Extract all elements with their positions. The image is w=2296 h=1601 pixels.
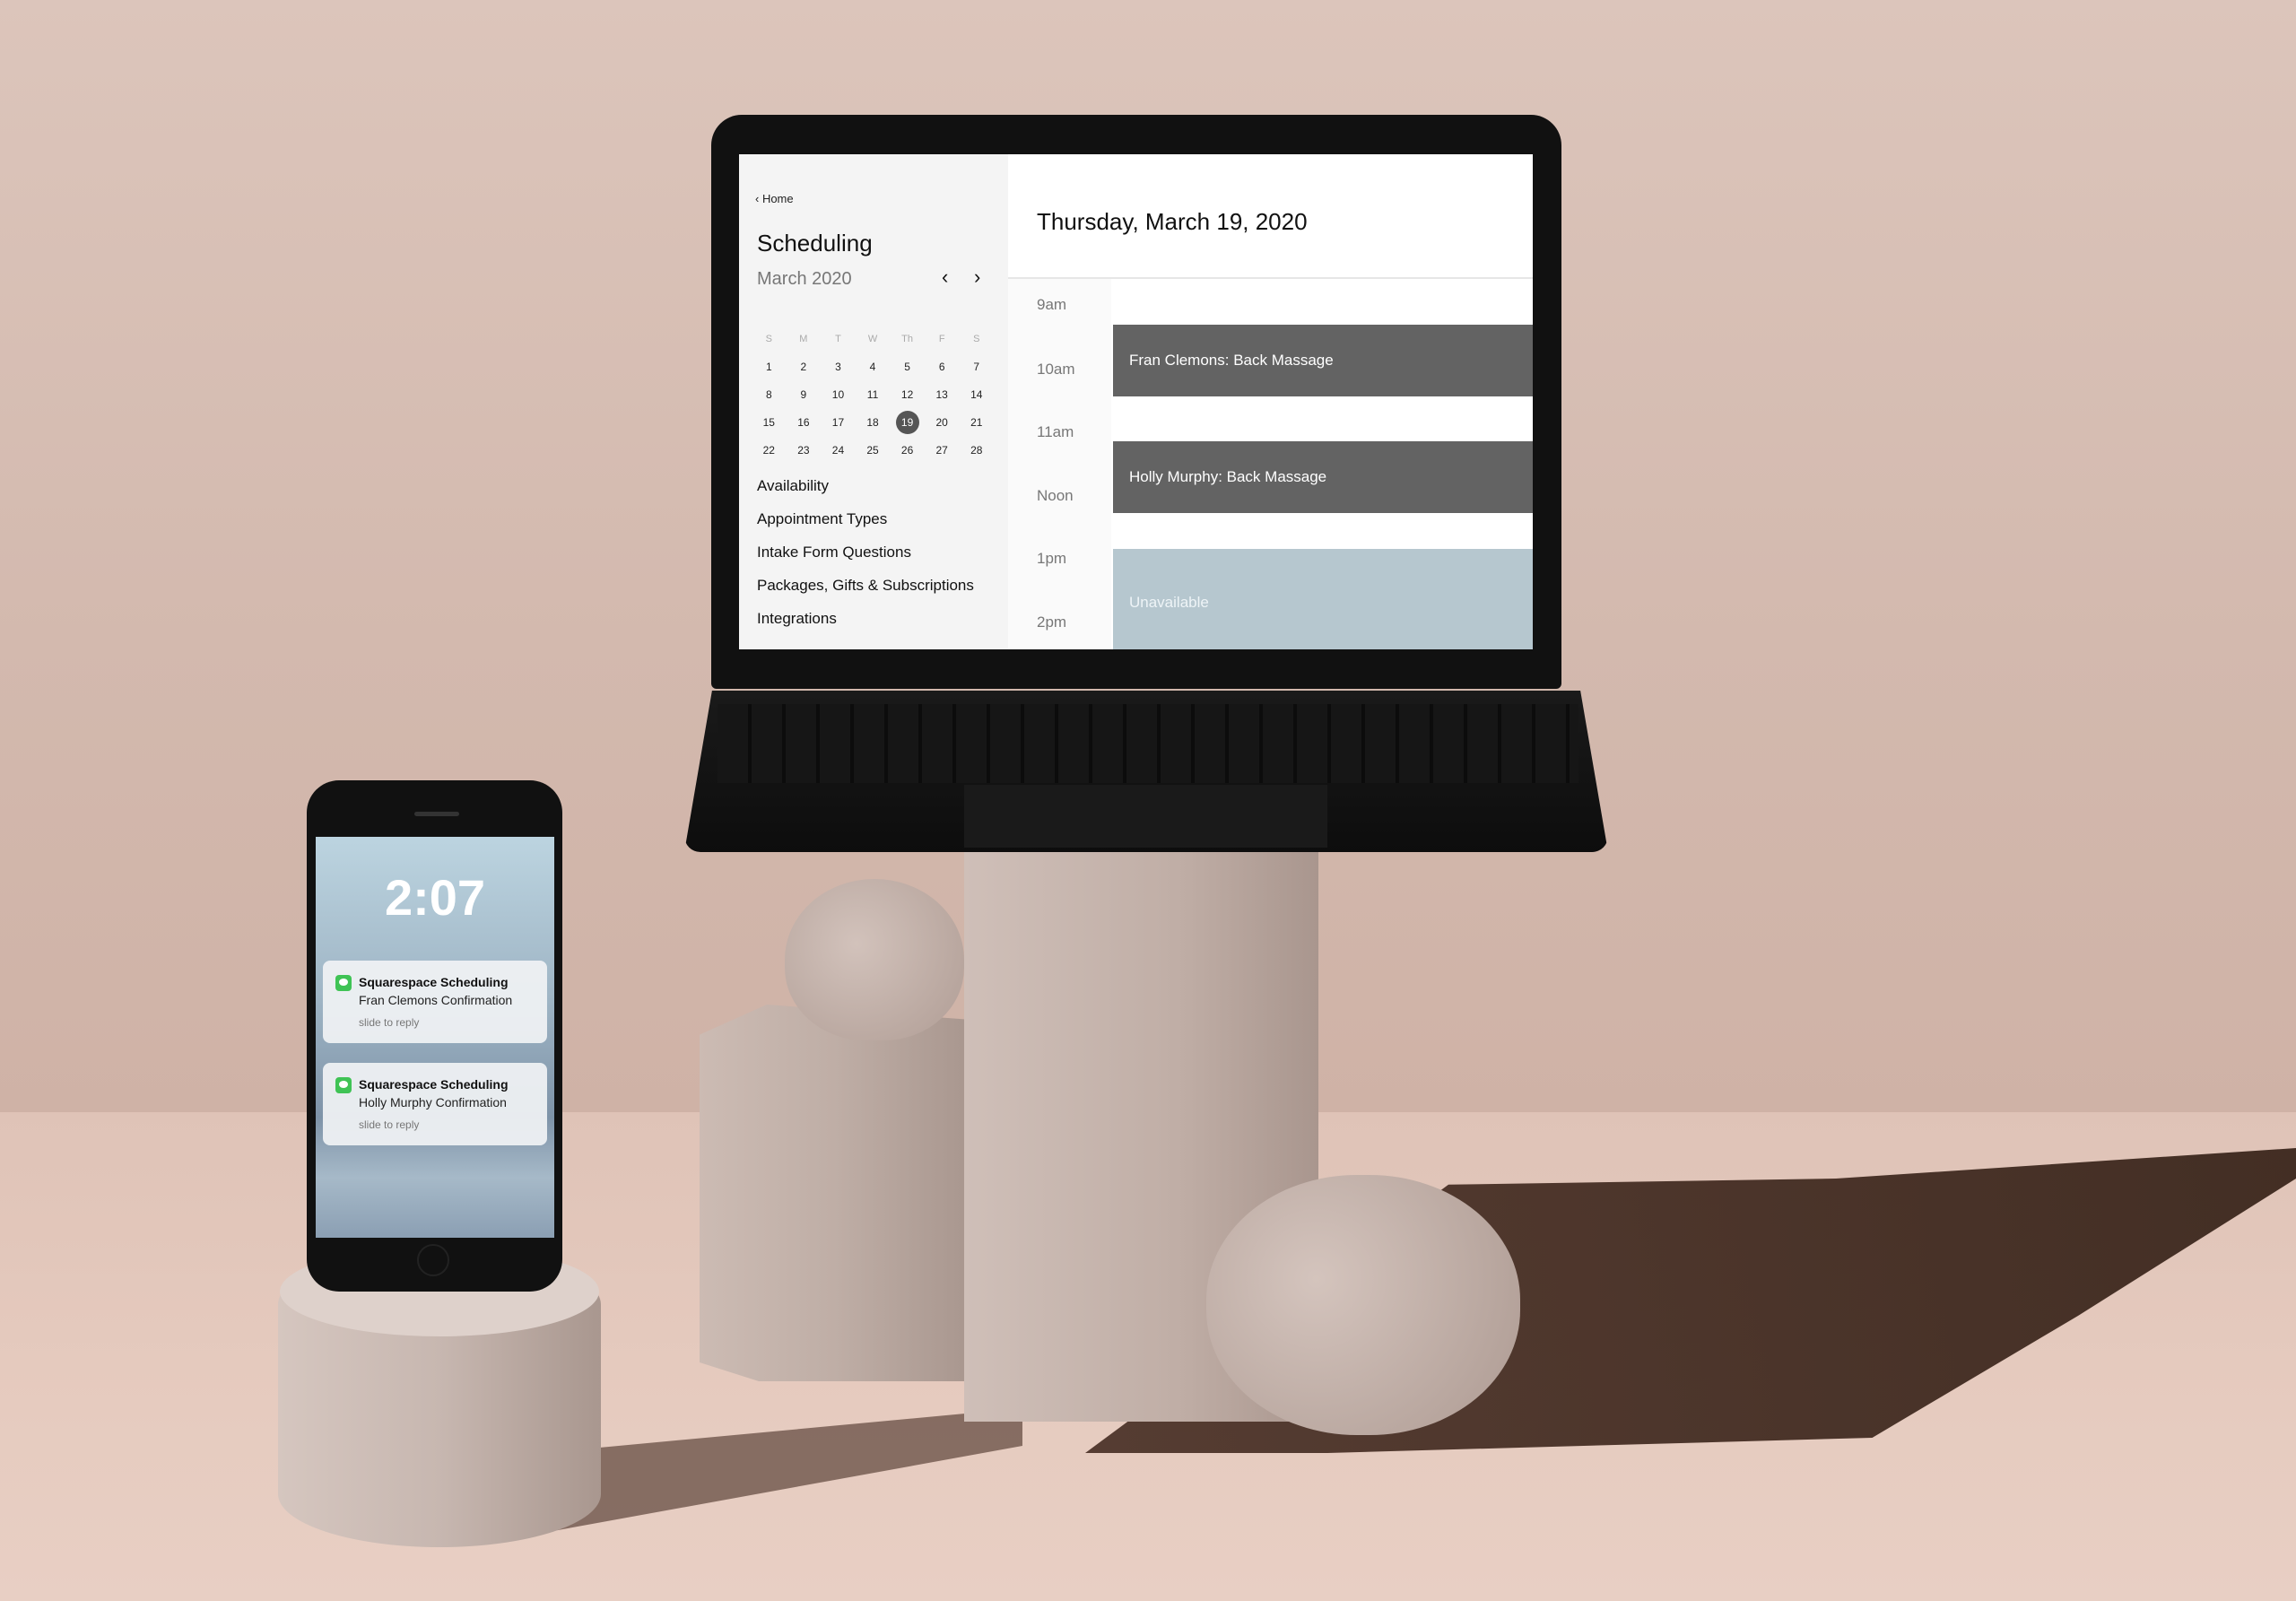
notification-hint: slide to reply — [359, 1118, 420, 1131]
chevron-right-icon[interactable]: › — [974, 265, 980, 289]
scheduling-sidebar: ‹ Home Scheduling March 2020 ‹ › S M T W… — [739, 154, 1008, 649]
phone-lock-screen: 2:07 Squarespace Scheduling Fran Clemons… — [316, 837, 554, 1238]
appointment-block[interactable]: Fran Clemons: Back Massage — [1113, 325, 1533, 396]
menu-item-appointment-types[interactable]: Appointment Types — [757, 506, 974, 539]
calendar-day[interactable]: 6 — [925, 361, 960, 373]
lock-screen-clock: 2:07 — [384, 869, 486, 926]
home-link[interactable]: ‹ Home — [755, 192, 794, 205]
calendar-week: 15 16 17 18 19 20 21 — [752, 408, 994, 436]
calendar-day[interactable]: 27 — [925, 444, 960, 457]
weekday-label: W — [867, 333, 878, 344]
time-label: 1pm — [1037, 550, 1067, 567]
notification[interactable]: Squarespace Scheduling Fran Clemons Conf… — [323, 961, 547, 1043]
notification-message: Fran Clemons Confirmation — [359, 993, 513, 1007]
calendar-month: March 2020 — [757, 269, 852, 289]
calendar-day[interactable]: 24 — [821, 444, 856, 457]
messages-icon — [335, 975, 352, 991]
unavailable-block[interactable]: Unavailable — [1113, 549, 1533, 649]
calendar-day[interactable]: 15 — [752, 416, 787, 429]
calendar-day[interactable]: 17 — [821, 416, 856, 429]
mini-calendar: S M T W Th F S 1 2 3 4 5 6 7 8 9 10 11 1… — [752, 325, 994, 464]
calendar-day[interactable]: 22 — [752, 444, 787, 457]
page-title: Scheduling — [757, 230, 873, 257]
calendar-day[interactable]: 8 — [752, 388, 787, 401]
concrete-cylinder-front — [1206, 1175, 1520, 1435]
chevron-left-icon[interactable]: ‹ — [942, 265, 948, 289]
time-label: 9am — [1037, 296, 1067, 313]
calendar-weekday-row: S M T W Th F S — [752, 325, 994, 352]
calendar-day[interactable]: 23 — [787, 444, 822, 457]
phone-speaker — [414, 812, 459, 816]
weekday-label: M — [799, 333, 808, 344]
calendar-day[interactable]: 25 — [856, 444, 891, 457]
day-title: Thursday, March 19, 2020 — [1037, 208, 1308, 235]
weekday-label: F — [938, 333, 945, 344]
laptop-keyboard — [718, 704, 1578, 783]
calendar-day[interactable]: 28 — [959, 444, 994, 457]
calendar-day[interactable]: 9 — [787, 388, 822, 401]
selected-day-label: 19 — [895, 410, 919, 434]
concrete-cylinder-top — [785, 879, 964, 1040]
notification-app: Squarespace Scheduling — [359, 975, 509, 989]
calendar-day[interactable]: 3 — [821, 361, 856, 373]
calendar-day[interactable]: 16 — [787, 416, 822, 429]
messages-icon — [335, 1077, 352, 1093]
time-label: 11am — [1037, 423, 1074, 440]
notification[interactable]: Squarespace Scheduling Holly Murphy Conf… — [323, 1063, 547, 1145]
appointment-block[interactable]: Holly Murphy: Back Massage — [1113, 441, 1533, 513]
calendar-day[interactable]: 26 — [890, 444, 925, 457]
menu-item-availability[interactable]: Availability — [757, 473, 974, 506]
notification-hint: slide to reply — [359, 1016, 420, 1029]
weekday-label: T — [835, 333, 841, 344]
calendar-week: 1 2 3 4 5 6 7 — [752, 352, 994, 380]
weekday-label: S — [973, 333, 980, 344]
time-label: 2pm — [1037, 613, 1067, 631]
weekday-label: Th — [901, 333, 914, 344]
calendar-day[interactable]: 5 — [890, 361, 925, 373]
calendar-day[interactable]: 1 — [752, 361, 787, 373]
day-view: Thursday, March 19, 2020 9am 10am 11am N… — [1008, 154, 1533, 649]
time-column — [1008, 279, 1111, 649]
menu-item-integrations[interactable]: Integrations — [757, 605, 974, 639]
calendar-day[interactable]: 20 — [925, 416, 960, 429]
calendar-day[interactable]: 18 — [856, 416, 891, 429]
laptop-screen: ‹ Home Scheduling March 2020 ‹ › S M T W… — [739, 154, 1533, 649]
calendar-day[interactable]: 12 — [890, 388, 925, 401]
calendar-week: 22 23 24 25 26 27 28 — [752, 436, 994, 464]
weekday-label: S — [765, 333, 772, 344]
time-label: 10am — [1037, 361, 1075, 378]
concrete-cube — [700, 1005, 969, 1381]
time-label: Noon — [1037, 487, 1074, 504]
menu-item-packages[interactable]: Packages, Gifts & Subscriptions — [757, 572, 974, 605]
calendar-day[interactable]: 4 — [856, 361, 891, 373]
phone-home-button[interactable] — [417, 1244, 449, 1276]
notification-message: Holly Murphy Confirmation — [359, 1095, 507, 1109]
calendar-day[interactable]: 7 — [959, 361, 994, 373]
calendar-day[interactable]: 2 — [787, 361, 822, 373]
calendar-day-selected[interactable]: 19 — [890, 410, 925, 434]
calendar-day[interactable]: 14 — [959, 388, 994, 401]
calendar-day[interactable]: 10 — [821, 388, 856, 401]
calendar-day[interactable]: 13 — [925, 388, 960, 401]
calendar-week: 8 9 10 11 12 13 14 — [752, 380, 994, 408]
calendar-day[interactable]: 11 — [856, 388, 891, 401]
sidebar-menu: Availability Appointment Types Intake Fo… — [757, 473, 974, 639]
menu-item-intake-form-questions[interactable]: Intake Form Questions — [757, 539, 974, 572]
laptop-trackpad — [964, 785, 1327, 848]
notification-app: Squarespace Scheduling — [359, 1077, 509, 1092]
calendar-day[interactable]: 21 — [959, 416, 994, 429]
